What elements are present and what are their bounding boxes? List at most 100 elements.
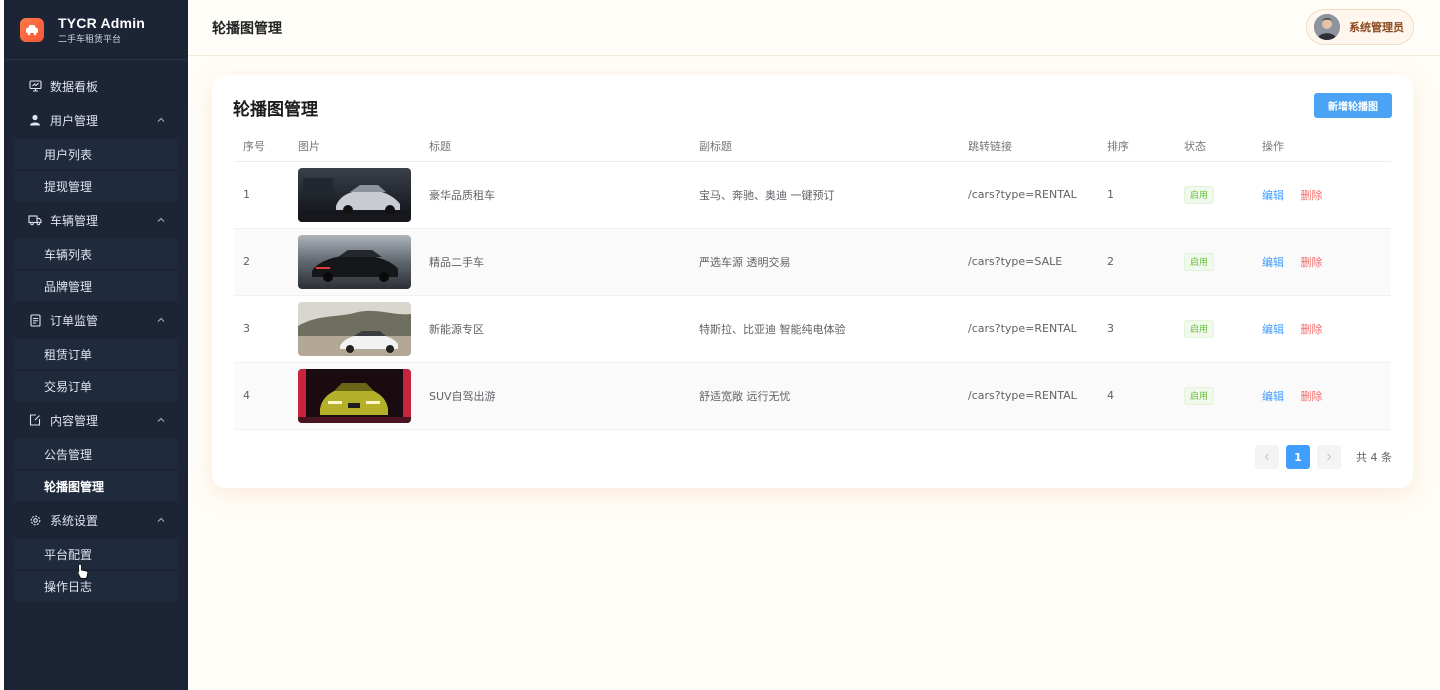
cell-actions: 编辑 删除 — [1253, 295, 1391, 363]
cell-sort: 2 — [1098, 228, 1175, 296]
menu-item-settings[interactable]: 系统设置 — [4, 503, 188, 537]
add-banner-button[interactable]: 新增轮播图 — [1314, 93, 1392, 118]
chevron-up-icon — [157, 317, 165, 322]
sidebar-item-rental-orders[interactable]: 租赁订单 — [14, 339, 178, 369]
cell-actions: 编辑 删除 — [1253, 161, 1391, 229]
menu-item-dashboard[interactable]: 数据看板 — [4, 69, 188, 103]
status-badge: 启用 — [1184, 252, 1215, 271]
column-header-sort: 排序 — [1098, 131, 1175, 162]
cell-title: 新能源专区 — [420, 295, 690, 363]
sidebar-item-trade-orders[interactable]: 交易订单 — [14, 371, 178, 401]
menu-label-dashboard: 数据看板 — [50, 79, 99, 94]
cell-actions: 编辑 删除 — [1253, 362, 1391, 430]
menu-item-vehicles[interactable]: 车辆管理 — [4, 203, 188, 237]
cell-index: 1 — [234, 161, 289, 229]
banner-thumbnail[interactable] — [298, 368, 411, 423]
user-menu[interactable]: 系统管理员 — [1306, 9, 1414, 45]
status-badge: 启用 — [1184, 185, 1215, 204]
brand: TYCR Admin 二手车租赁平台 — [4, 0, 188, 60]
column-header-index: 序号 — [234, 131, 289, 162]
table-row: 3 新能源专区 特斯拉、比亚迪 智能纯电体验 /cars?type=RENTAL… — [234, 295, 1391, 363]
menu-item-users[interactable]: 用户管理 — [4, 103, 188, 137]
menu-label-users: 用户管理 — [50, 113, 99, 128]
car-logo-icon — [20, 17, 44, 42]
sidebar-item-logs[interactable]: 操作日志 — [14, 571, 178, 601]
cell-subtitle: 宝马、奔驰、奥迪 一键预订 — [690, 161, 959, 229]
table-row: 2 精品二手车 严选车源 透明交易 /cars?type=SALE 2 启用 编… — [234, 228, 1391, 296]
document-icon — [28, 313, 42, 327]
banner-table: 序号 图片 标题 副标题 跳转链接 排序 状态 操作 1 豪华品质租车 宝马、奔… — [234, 131, 1391, 430]
delete-button[interactable]: 删除 — [1301, 256, 1323, 269]
page-number-button[interactable]: 1 — [1286, 445, 1310, 469]
edit-button[interactable]: 编辑 — [1262, 256, 1284, 269]
cell-link: /cars?type=RENTAL — [959, 161, 1098, 229]
column-header-status: 状态 — [1175, 131, 1253, 162]
top-header: 轮播图管理 系统管理员 — [188, 0, 1440, 56]
cell-image — [289, 161, 420, 229]
brand-title: TYCR Admin — [58, 14, 146, 31]
cell-title: 精品二手车 — [420, 228, 690, 296]
column-header-image: 图片 — [289, 131, 420, 162]
status-badge: 启用 — [1184, 386, 1215, 405]
sidebar-item-banners[interactable]: 轮播图管理 — [14, 471, 178, 501]
cell-actions: 编辑 删除 — [1253, 228, 1391, 296]
page-title: 轮播图管理 — [212, 20, 282, 37]
chevron-up-icon — [157, 217, 165, 222]
pointer-cursor-icon — [77, 563, 89, 579]
cell-link: /cars?type=RENTAL — [959, 295, 1098, 363]
brand-subtitle: 二手车租赁平台 — [58, 34, 122, 45]
edit-button[interactable]: 编辑 — [1262, 189, 1284, 202]
cell-status: 启用 — [1175, 295, 1253, 363]
chevron-up-icon — [157, 417, 165, 422]
cell-status: 启用 — [1175, 362, 1253, 430]
cell-status: 启用 — [1175, 161, 1253, 229]
column-header-link: 跳转链接 — [959, 131, 1098, 162]
cell-sort: 3 — [1098, 295, 1175, 363]
edit-button[interactable]: 编辑 — [1262, 390, 1284, 403]
monitor-icon — [28, 79, 42, 93]
cell-index: 2 — [234, 228, 289, 296]
cell-title: SUV自驾出游 — [420, 362, 690, 430]
cell-image — [289, 362, 420, 430]
delete-button[interactable]: 删除 — [1301, 323, 1323, 336]
cell-image — [289, 228, 420, 296]
cell-index: 3 — [234, 295, 289, 363]
banner-thumbnail[interactable] — [298, 234, 411, 289]
card-title: 轮播图管理 — [233, 100, 318, 120]
user-name: 系统管理员 — [1349, 21, 1404, 34]
gear-icon — [28, 513, 42, 527]
banner-thumbnail[interactable] — [298, 301, 411, 356]
cell-sort: 1 — [1098, 161, 1175, 229]
sidebar-item-user-list[interactable]: 用户列表 — [14, 139, 178, 169]
cell-sort: 4 — [1098, 362, 1175, 430]
user-icon — [28, 113, 42, 127]
table-row: 4 SUV自驾出游 舒适宽敞 远行无忧 /cars?type=RENTAL 4 … — [234, 362, 1391, 430]
cell-subtitle: 舒适宽敞 远行无忧 — [690, 362, 959, 430]
cell-status: 启用 — [1175, 228, 1253, 296]
menu-item-orders[interactable]: 订单监管 — [4, 303, 188, 337]
column-header-title: 标题 — [420, 131, 690, 162]
menu-label-orders: 订单监管 — [50, 313, 99, 328]
menu-item-content[interactable]: 内容管理 — [4, 403, 188, 437]
sidebar: TYCR Admin 二手车租赁平台 数据看板 用户管理 用户列表 提现管理 车… — [4, 0, 188, 690]
next-page-button[interactable] — [1317, 445, 1341, 469]
pagination: 1 共 4 条 — [1248, 445, 1392, 469]
truck-icon — [28, 213, 42, 227]
delete-button[interactable]: 删除 — [1301, 390, 1323, 403]
chevron-left-icon — [1264, 453, 1269, 461]
sidebar-item-platform-config[interactable]: 平台配置 — [14, 539, 178, 569]
chevron-up-icon — [157, 117, 165, 122]
menu-label-settings: 系统设置 — [50, 513, 99, 528]
sidebar-item-brands[interactable]: 品牌管理 — [14, 271, 178, 301]
prev-page-button[interactable] — [1255, 445, 1279, 469]
edit-button[interactable]: 编辑 — [1262, 323, 1284, 336]
banner-thumbnail[interactable] — [298, 167, 411, 222]
column-header-actions: 操作 — [1253, 131, 1391, 162]
sidebar-item-notices[interactable]: 公告管理 — [14, 439, 178, 469]
cell-link: /cars?type=SALE — [959, 228, 1098, 296]
chevron-up-icon — [157, 517, 165, 522]
banner-card: 轮播图管理 新增轮播图 序号 图片 标题 副标题 跳转链接 排序 状态 操作 1 — [212, 75, 1413, 488]
sidebar-item-vehicle-list[interactable]: 车辆列表 — [14, 239, 178, 269]
delete-button[interactable]: 删除 — [1301, 189, 1323, 202]
sidebar-item-withdraw[interactable]: 提现管理 — [14, 171, 178, 201]
